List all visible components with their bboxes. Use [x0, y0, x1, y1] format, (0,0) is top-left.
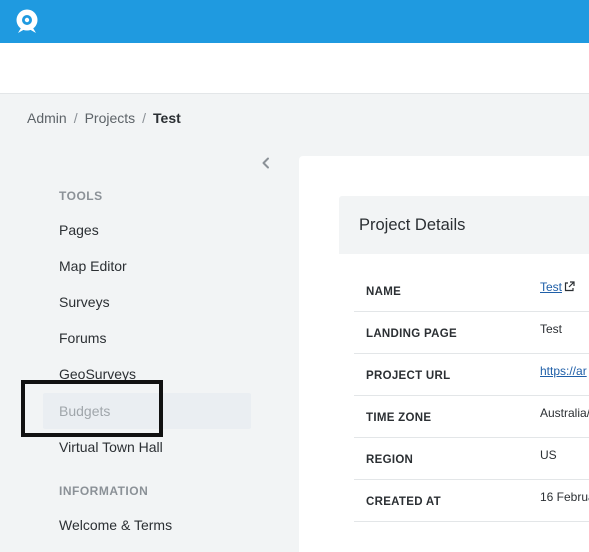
breadcrumb-item-projects[interactable]: Projects	[85, 110, 136, 126]
sidebar-item-welcome-terms[interactable]: Welcome & Terms	[59, 517, 172, 533]
sidebar-item-budgets[interactable]: Budgets	[59, 403, 110, 419]
sidebar-item-geosurveys[interactable]: GeoSurveys	[59, 366, 136, 382]
detail-label: LANDING PAGE	[366, 328, 457, 340]
app-logo-icon[interactable]	[12, 8, 42, 34]
sidebar-item-pages[interactable]: Pages	[59, 222, 99, 238]
detail-row-name: NAME Test	[354, 270, 589, 312]
secondary-header	[0, 43, 589, 94]
detail-row-region: REGION US	[354, 438, 589, 480]
detail-row-time-zone: TIME ZONE Australia/	[354, 396, 589, 438]
detail-label: CREATED AT	[366, 496, 441, 508]
sidebar-item-forums[interactable]: Forums	[59, 330, 106, 346]
project-url-link[interactable]: https://ar	[540, 364, 589, 378]
sidebar-item-map-editor[interactable]: Map Editor	[59, 258, 127, 274]
top-navigation-bar	[0, 0, 589, 43]
breadcrumb-separator: /	[142, 110, 147, 126]
detail-label: REGION	[366, 454, 414, 466]
sidebar-item-virtual-town-hall[interactable]: Virtual Town Hall	[59, 439, 163, 455]
detail-label: TIME ZONE	[366, 412, 432, 424]
breadcrumb-item-admin[interactable]: Admin	[27, 110, 67, 126]
breadcrumb-current: Test	[153, 110, 181, 126]
breadcrumb: Admin / Projects / Test	[27, 110, 181, 126]
detail-value-name: Test	[540, 280, 589, 294]
project-details-title: Project Details	[359, 216, 466, 234]
project-name-link[interactable]: Test	[540, 280, 562, 294]
detail-row-project-url: PROJECT URL https://ar	[354, 354, 589, 396]
breadcrumb-separator: /	[73, 110, 78, 126]
detail-row-landing-page: LANDING PAGE Test	[354, 312, 589, 354]
sidebar-heading-tools: TOOLS	[59, 189, 103, 203]
sidebar-heading-information: INFORMATION	[59, 484, 149, 498]
external-link-icon[interactable]	[564, 281, 575, 292]
detail-label: NAME	[366, 286, 402, 298]
chevron-left-icon	[262, 157, 269, 169]
detail-value-landing-page: Test	[540, 322, 563, 336]
detail-label: PROJECT URL	[366, 370, 451, 382]
detail-value-created-at: 16 Februa	[540, 490, 589, 504]
detail-value-time-zone: Australia/	[540, 406, 589, 420]
sidebar-item-surveys[interactable]: Surveys	[59, 294, 110, 310]
detail-value-region: US	[540, 448, 557, 462]
detail-row-created-at: CREATED AT 16 Februa	[354, 480, 589, 522]
sidebar-collapse-button[interactable]	[258, 155, 274, 171]
